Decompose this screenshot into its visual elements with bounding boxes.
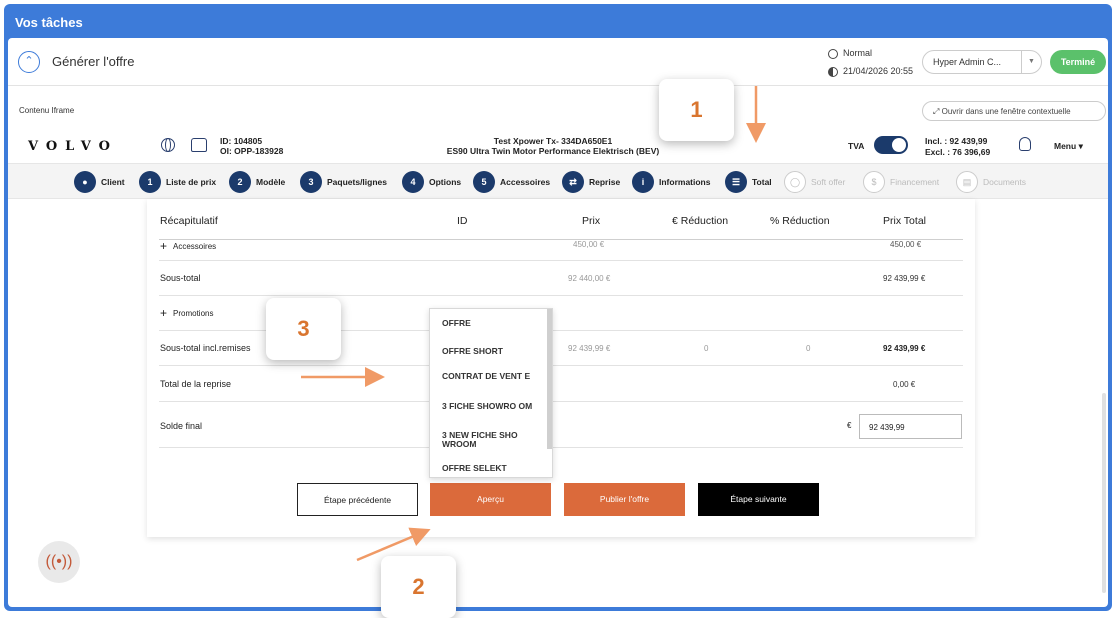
annotation-arrows <box>301 86 766 562</box>
arrow-2 <box>356 527 431 562</box>
